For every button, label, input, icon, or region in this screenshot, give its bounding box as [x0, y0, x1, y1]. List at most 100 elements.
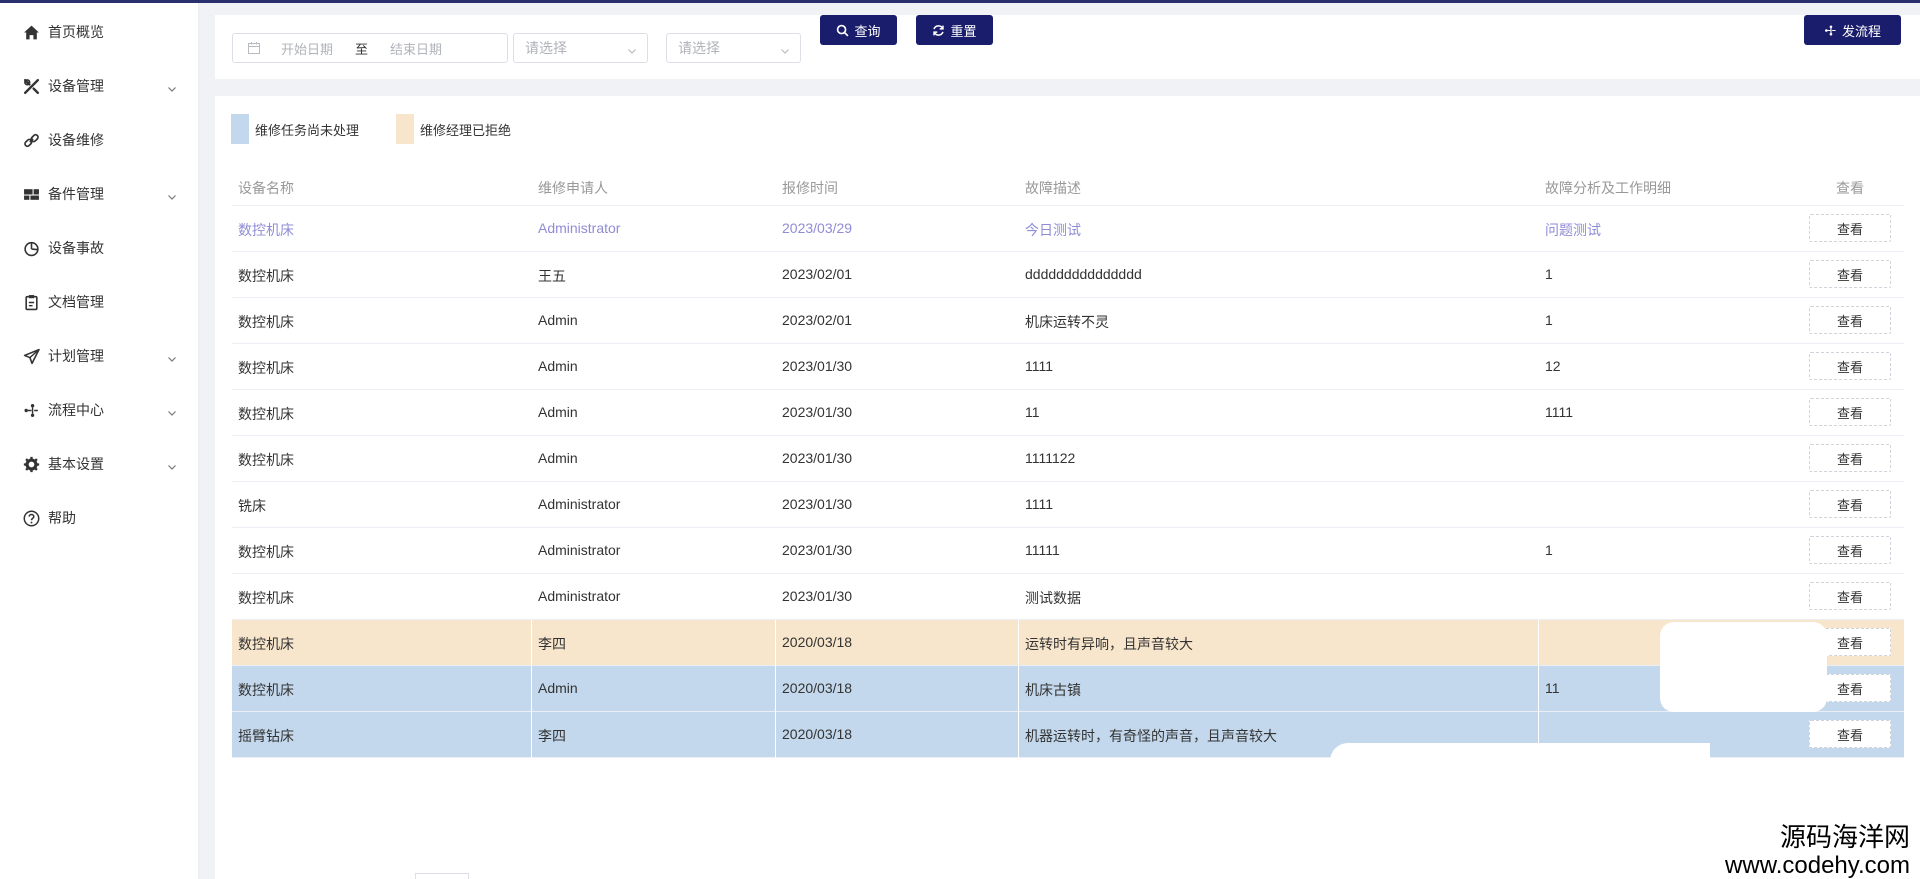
- sidebar-item-label: 设备事故: [48, 240, 104, 256]
- cell-date: 2023/01/30: [782, 588, 853, 604]
- table-row: 数控机床 Administrator 2023/01/30 11111 1 查看: [232, 528, 1904, 574]
- column-header: 报修时间: [782, 180, 838, 196]
- table-row: 数控机床 Administrator 2023/01/30 测试数据 查看: [232, 574, 1904, 620]
- cell-device: 数控机床: [238, 268, 294, 284]
- legend-swatch-rejected: [396, 114, 414, 144]
- filter-toolbar: 开始日期 至 结束日期 请选择 请选择 查询 重置 发流程: [215, 15, 1920, 79]
- cell-divider: [775, 620, 776, 666]
- view-button[interactable]: 查看: [1809, 214, 1891, 242]
- cell-device: 数控机床: [238, 590, 294, 606]
- cell-divider: [531, 712, 532, 758]
- sidebar-item-label: 帮助: [48, 510, 76, 526]
- cell-device: 数控机床: [238, 222, 294, 238]
- cell-desc: ddddddddddddddd: [1025, 266, 1142, 282]
- view-button[interactable]: 查看: [1809, 720, 1891, 748]
- cell-divider: [1018, 620, 1019, 666]
- chevron-down-icon: [167, 351, 177, 362]
- legend-rejected: 维修经理已拒绝: [396, 114, 511, 144]
- start-date-input[interactable]: 开始日期: [281, 39, 333, 58]
- cell-desc: 1111: [1025, 496, 1054, 512]
- cell-divider: [1538, 666, 1539, 712]
- chevron-down-icon: [780, 43, 790, 54]
- chevron-down-icon: [167, 459, 177, 470]
- overlay-occlusion: [1660, 622, 1827, 712]
- cell-desc: 运转时有异响，且声音较大: [1025, 636, 1193, 652]
- filter-select-1[interactable]: 请选择: [513, 33, 648, 63]
- sidebar-item-workflow[interactable]: 流程中心: [0, 383, 199, 437]
- chevron-down-icon: [167, 189, 177, 200]
- view-button[interactable]: 查看: [1809, 536, 1891, 564]
- clipboard-icon: [22, 293, 40, 311]
- range-separator: 至: [355, 41, 369, 57]
- sidebar-item-home[interactable]: 首页概览: [0, 5, 199, 59]
- start-flow-button[interactable]: 发流程: [1804, 15, 1901, 45]
- cell-divider: [531, 666, 532, 712]
- sidebar-item-equipment[interactable]: 设备管理: [0, 59, 199, 113]
- table-row: 数控机床 王五 2023/02/01 ddddddddddddddd 1 查看: [232, 252, 1904, 298]
- view-button[interactable]: 查看: [1809, 260, 1891, 288]
- cell-applicant: Administrator: [538, 542, 621, 558]
- view-button[interactable]: 查看: [1809, 582, 1891, 610]
- column-header: 设备名称: [238, 180, 294, 196]
- sidebar-item-settings[interactable]: 基本设置: [0, 437, 199, 491]
- search-icon: [837, 24, 849, 36]
- reset-button[interactable]: 重置: [916, 15, 993, 45]
- cell-desc: 机床运转不灵: [1025, 314, 1109, 330]
- cell-date: 2023/01/30: [782, 404, 853, 420]
- blocks-icon: [22, 185, 40, 203]
- sidebar-item-help[interactable]: 帮助: [0, 491, 199, 545]
- cell-desc: 1111: [1025, 358, 1054, 374]
- repair-table: 设备名称 维修申请人 报修时间 故障描述 故障分析及工作明细 查看 数控机床 Ad…: [232, 168, 1904, 758]
- cell-device: 数控机床: [238, 360, 294, 376]
- sidebar-item-repair[interactable]: 设备维修: [0, 113, 199, 167]
- sidebar-item-spare-parts[interactable]: 备件管理: [0, 167, 199, 221]
- cell-applicant: Administrator: [538, 220, 621, 236]
- view-button[interactable]: 查看: [1809, 306, 1891, 334]
- column-header: 维修申请人: [538, 180, 608, 196]
- sidebar-item-plans[interactable]: 计划管理: [0, 329, 199, 383]
- cell-applicant: 李四: [538, 728, 566, 744]
- date-range-picker[interactable]: 开始日期 至 结束日期: [232, 33, 508, 63]
- cell-analysis: 1: [1545, 542, 1553, 558]
- column-header: 故障描述: [1025, 180, 1081, 196]
- view-button[interactable]: 查看: [1809, 398, 1891, 426]
- cell-date: 2020/03/18: [782, 680, 853, 696]
- cell-divider: [775, 666, 776, 712]
- cell-applicant: 王五: [538, 268, 566, 284]
- cell-analysis: 问题测试: [1545, 222, 1601, 238]
- sidebar-item-label: 设备管理: [48, 78, 104, 94]
- cell-analysis: 1: [1545, 312, 1553, 328]
- cell-desc: 机器运转时，有奇怪的声音，且声音较大: [1025, 728, 1277, 744]
- cell-date: 2023/01/30: [782, 450, 853, 466]
- table-row: 铣床 Administrator 2023/01/30 1111 查看: [232, 482, 1904, 528]
- cell-applicant: Admin: [538, 312, 578, 328]
- flow-icon: [1825, 24, 1836, 36]
- sidebar-item-label: 基本设置: [48, 456, 104, 472]
- view-button[interactable]: 查看: [1809, 352, 1891, 380]
- sidebar-item-documents[interactable]: 文档管理: [0, 275, 199, 329]
- tools-icon: [22, 77, 40, 95]
- legend-label: 维修经理已拒绝: [420, 122, 512, 138]
- view-button[interactable]: 查看: [1809, 490, 1891, 518]
- cell-date: 2023/01/30: [782, 496, 853, 512]
- cell-device: 铣床: [238, 498, 266, 514]
- table-body: 数控机床 Administrator 2023/03/29 今日测试 问题测试 查看 数控机…: [232, 206, 1904, 758]
- end-date-input[interactable]: 结束日期: [390, 39, 442, 58]
- view-button[interactable]: 查看: [1809, 444, 1891, 472]
- sidebar-item-accident[interactable]: 设备事故: [0, 221, 199, 275]
- table-row: 数控机床 Admin 2023/01/30 11 1111 查看: [232, 390, 1904, 436]
- table-header: 设备名称 维修申请人 报修时间 故障描述 故障分析及工作明细 查看: [232, 168, 1904, 206]
- cell-applicant: Admin: [538, 358, 578, 374]
- cell-desc: 机床古镇: [1025, 682, 1081, 698]
- sidebar-item-label: 设备维修: [48, 132, 104, 148]
- cell-date: 2020/03/18: [782, 634, 853, 650]
- calendar-icon: [247, 41, 261, 55]
- pagination[interactable]: [415, 873, 469, 879]
- query-button[interactable]: 查询: [820, 15, 897, 45]
- cell-date: 2023/01/30: [782, 358, 853, 374]
- filter-select-2[interactable]: 请选择: [666, 33, 801, 63]
- cell-desc: 1111122: [1025, 450, 1076, 466]
- cell-desc: 测试数据: [1025, 590, 1081, 606]
- sidebar-item-label: 首页概览: [48, 24, 104, 40]
- start-flow-button-label: 发流程: [1841, 23, 1881, 39]
